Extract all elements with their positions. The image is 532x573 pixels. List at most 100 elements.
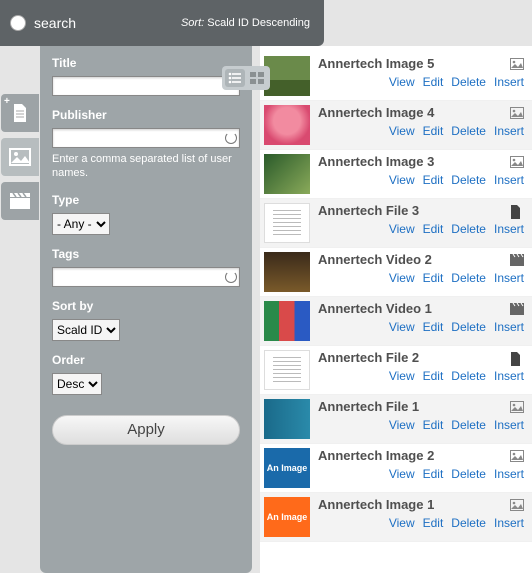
view-link[interactable]: View bbox=[389, 173, 415, 187]
image-type-icon bbox=[510, 401, 524, 415]
item-thumbnail[interactable]: An Image bbox=[264, 448, 310, 488]
view-grid-icon[interactable] bbox=[247, 69, 267, 87]
result-item: Annertech Video 1ViewEditDeleteInsert bbox=[260, 297, 532, 346]
item-title: Annertech File 3 bbox=[318, 203, 524, 218]
edit-link[interactable]: Edit bbox=[423, 467, 444, 481]
item-thumbnail[interactable] bbox=[264, 154, 310, 194]
edit-link[interactable]: Edit bbox=[423, 222, 444, 236]
insert-link[interactable]: Insert bbox=[494, 124, 524, 138]
item-thumbnail[interactable] bbox=[264, 56, 310, 96]
order-label: Order bbox=[52, 353, 240, 367]
edit-link[interactable]: Edit bbox=[423, 320, 444, 334]
sortby-select[interactable]: Scald ID bbox=[52, 319, 120, 341]
image-type-icon bbox=[510, 450, 524, 464]
delete-link[interactable]: Delete bbox=[451, 124, 486, 138]
search-placeholder-label[interactable]: search bbox=[34, 15, 76, 31]
delete-link[interactable]: Delete bbox=[451, 173, 486, 187]
file-type-icon bbox=[510, 352, 524, 366]
library-header: search Sort: Scald ID Descending bbox=[0, 0, 324, 46]
order-select[interactable]: Desc bbox=[52, 373, 102, 395]
sidebar-tabs: + bbox=[0, 46, 40, 573]
delete-link[interactable]: Delete bbox=[451, 320, 486, 334]
insert-link[interactable]: Insert bbox=[494, 173, 524, 187]
delete-link[interactable]: Delete bbox=[451, 467, 486, 481]
view-mode-toggle bbox=[222, 66, 270, 90]
item-title: Annertech Image 4 bbox=[318, 105, 524, 120]
result-item: Annertech File 2ViewEditDeleteInsert bbox=[260, 346, 532, 395]
view-link[interactable]: View bbox=[389, 75, 415, 89]
result-item: Annertech File 3 View Edit Delete Insert bbox=[260, 199, 532, 248]
item-thumbnail[interactable] bbox=[264, 203, 310, 243]
view-link[interactable]: View bbox=[389, 467, 415, 481]
result-item: Annertech File 1ViewEditDeleteInsert bbox=[260, 395, 532, 444]
result-item: Annertech Image 4 View Edit Delete Insert bbox=[260, 101, 532, 150]
sort-prefix: Sort: bbox=[181, 17, 204, 29]
title-label: Title bbox=[52, 56, 240, 70]
view-link[interactable]: View bbox=[389, 124, 415, 138]
insert-link[interactable]: Insert bbox=[494, 75, 524, 89]
item-thumbnail[interactable]: An Image bbox=[264, 497, 310, 537]
view-link[interactable]: View bbox=[389, 320, 415, 334]
sort-value: Scald ID Descending bbox=[207, 17, 310, 29]
insert-link[interactable]: Insert bbox=[494, 418, 524, 432]
edit-link[interactable]: Edit bbox=[423, 271, 444, 285]
view-link[interactable]: View bbox=[389, 516, 415, 530]
image-type-icon bbox=[510, 58, 524, 72]
view-list-icon[interactable] bbox=[225, 69, 245, 87]
document-icon bbox=[11, 103, 29, 123]
item-title: Annertech Image 3 bbox=[318, 154, 524, 169]
item-actions: View Edit Delete Insert bbox=[318, 516, 524, 530]
edit-link[interactable]: Edit bbox=[423, 369, 444, 383]
type-select[interactable]: - Any - bbox=[52, 213, 110, 235]
insert-link[interactable]: Insert bbox=[494, 516, 524, 530]
insert-link[interactable]: Insert bbox=[494, 222, 524, 236]
image-type-icon bbox=[510, 499, 524, 513]
item-title: Annertech Image 1 bbox=[318, 497, 524, 512]
result-item: Annertech Video 2ViewEditDeleteInsert bbox=[260, 248, 532, 297]
edit-link[interactable]: Edit bbox=[423, 516, 444, 530]
apply-button[interactable]: Apply bbox=[52, 415, 240, 445]
image-type-icon bbox=[510, 156, 524, 170]
header-circle-icon[interactable] bbox=[10, 15, 26, 31]
item-title: Annertech Image 2 bbox=[318, 448, 524, 463]
item-thumbnail[interactable] bbox=[264, 399, 310, 439]
delete-link[interactable]: Delete bbox=[451, 75, 486, 89]
item-thumbnail[interactable] bbox=[264, 350, 310, 390]
result-item: An Image Annertech Image 2 View Edit Delete I… bbox=[260, 444, 532, 493]
type-label: Type bbox=[52, 193, 240, 207]
insert-link[interactable]: Insert bbox=[494, 320, 524, 334]
view-link[interactable]: View bbox=[389, 271, 415, 285]
tab-images[interactable] bbox=[1, 138, 39, 176]
delete-link[interactable]: Delete bbox=[451, 222, 486, 236]
tab-videos[interactable] bbox=[1, 182, 39, 220]
view-link[interactable]: View bbox=[389, 369, 415, 383]
publisher-input[interactable] bbox=[52, 128, 240, 148]
tags-input[interactable] bbox=[52, 267, 240, 287]
insert-link[interactable]: Insert bbox=[494, 271, 524, 285]
edit-link[interactable]: Edit bbox=[423, 173, 444, 187]
file-type-icon bbox=[510, 205, 524, 219]
delete-link[interactable]: Delete bbox=[451, 271, 486, 285]
item-thumbnail[interactable] bbox=[264, 252, 310, 292]
insert-link[interactable]: Insert bbox=[494, 369, 524, 383]
clapper-icon bbox=[9, 192, 31, 210]
item-actions: View Edit Delete Insert bbox=[318, 173, 524, 187]
title-input[interactable] bbox=[52, 76, 240, 96]
edit-link[interactable]: Edit bbox=[423, 75, 444, 89]
view-link[interactable]: View bbox=[389, 222, 415, 236]
edit-link[interactable]: Edit bbox=[423, 418, 444, 432]
delete-link[interactable]: Delete bbox=[451, 418, 486, 432]
tab-add-document[interactable]: + bbox=[1, 94, 39, 132]
video-type-icon bbox=[510, 254, 524, 268]
delete-link[interactable]: Delete bbox=[451, 516, 486, 530]
delete-link[interactable]: Delete bbox=[451, 369, 486, 383]
view-link[interactable]: View bbox=[389, 418, 415, 432]
result-item: An Image Annertech Image 1 View Edit Delete I… bbox=[260, 493, 532, 542]
item-thumbnail[interactable] bbox=[264, 301, 310, 341]
item-actions: View Edit Delete Insert bbox=[318, 369, 524, 383]
edit-link[interactable]: Edit bbox=[423, 124, 444, 138]
item-actions: View Edit Delete Insert bbox=[318, 467, 524, 481]
insert-link[interactable]: Insert bbox=[494, 467, 524, 481]
item-thumbnail[interactable] bbox=[264, 105, 310, 145]
item-actions: View Edit Delete Insert bbox=[318, 75, 524, 89]
